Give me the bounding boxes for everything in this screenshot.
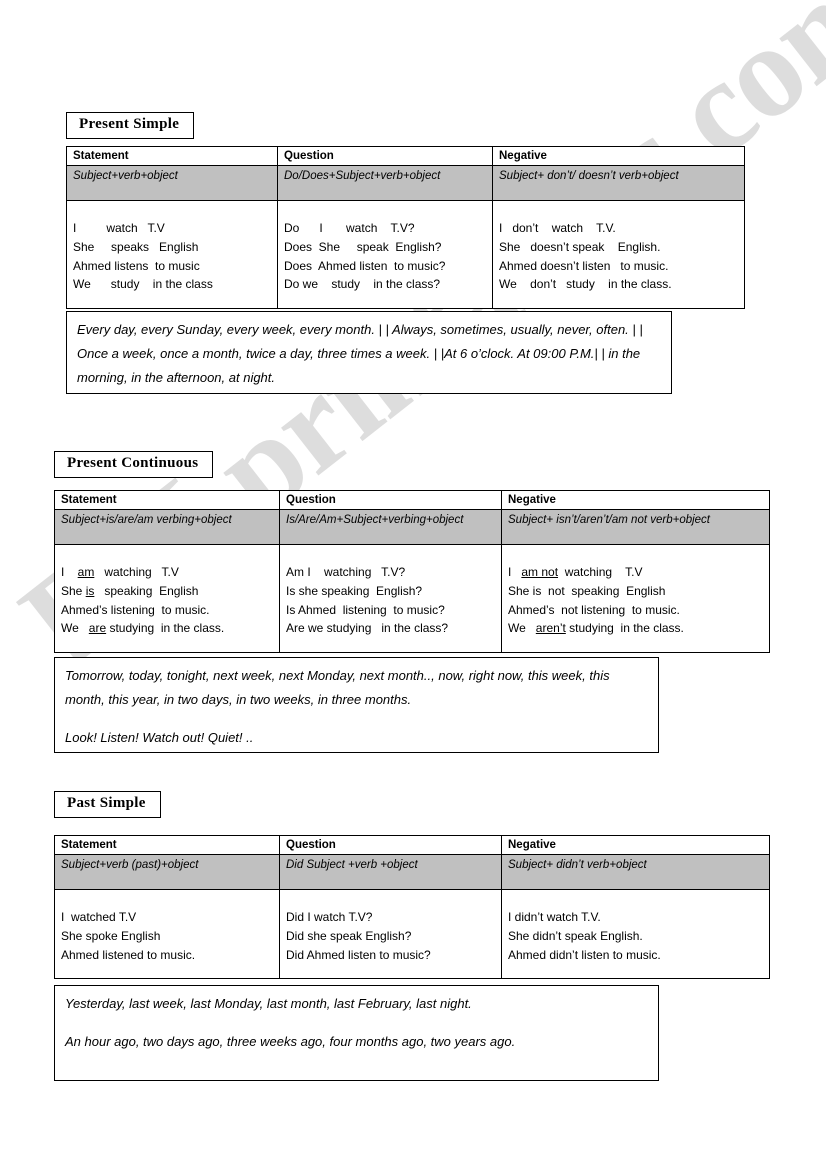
example-line: Is she speaking English? bbox=[286, 583, 423, 598]
example-line: We are studying in the class. bbox=[61, 621, 225, 636]
examples-statement: I am watching T.V She is speaking English… bbox=[55, 545, 279, 651]
example-line: Ahmed doesn’t listen to music. bbox=[499, 258, 669, 273]
column-header-negative: Negative bbox=[508, 494, 556, 506]
worksheet-page: Present Simple Statement Question Negati… bbox=[0, 0, 826, 1169]
formula-statement: Subject+verb (past)+object bbox=[55, 855, 279, 890]
time-expression-paragraph: Look! Listen! Watch out! Quiet! .. bbox=[65, 730, 254, 746]
example-line: Is Ahmed listening to music? bbox=[286, 602, 445, 617]
example-line: I am not watching T.V bbox=[508, 565, 643, 580]
example-line: Are we studying in the class? bbox=[286, 621, 449, 636]
column-header-question: Question bbox=[286, 839, 336, 851]
column-header-question: Question bbox=[286, 494, 336, 506]
example-line: Ahmed didn’t listen to music. bbox=[508, 947, 661, 962]
example-line: Ahmed listened to music. bbox=[61, 947, 196, 962]
example-line: I watched T.V bbox=[61, 910, 137, 925]
section-present-continuous: Present Continuous bbox=[54, 451, 214, 478]
table-row-headers: Statement Question Negative bbox=[54, 834, 770, 856]
example-line: We aren’t studying in the class. bbox=[508, 621, 684, 636]
formula-negative: Subject+ isn’t/aren’t/am not verb+object bbox=[502, 510, 769, 545]
example-line: We don’t study in the class. bbox=[499, 277, 672, 292]
formula-question: Did Subject +verb +object bbox=[280, 855, 501, 890]
example-line: She is speaking English bbox=[61, 583, 199, 598]
table-row-formulas: Subject+verb (past)+object Did Subject +… bbox=[54, 854, 770, 891]
underlined-auxiliary: aren’t bbox=[535, 621, 566, 636]
time-expressions-present-simple: Every day, every Sunday, every week, eve… bbox=[66, 311, 672, 394]
example-line: I watch T.V bbox=[73, 221, 165, 236]
examples-statement: I watch T.V She speaks English Ahmed liste… bbox=[67, 201, 277, 307]
example-line: Does Ahmed listen to music? bbox=[284, 258, 446, 273]
examples-question: Did I watch T.V? Did she speak English? Di… bbox=[280, 890, 501, 978]
formula-question: Is/Are/Am+Subject+verbing+object bbox=[280, 510, 501, 545]
table-row-examples: I am watching T.V She is speaking English… bbox=[54, 544, 770, 653]
examples-negative: I didn’t watch T.V. She didn’t speak Engl… bbox=[502, 890, 769, 978]
column-header-negative: Negative bbox=[508, 839, 556, 851]
example-line: She doesn’t speak English. bbox=[499, 239, 661, 254]
tense-title-present-simple: Present Simple bbox=[66, 112, 195, 139]
examples-statement: I watched T.V She spoke English Ahmed list… bbox=[55, 890, 279, 978]
time-expression-paragraph: Yesterday, last week, last Monday, last … bbox=[65, 996, 472, 1011]
table-row-headers: Statement Question Negative bbox=[54, 489, 770, 511]
examples-negative: I don’t watch T.V. She doesn’t speak Engl… bbox=[493, 201, 744, 307]
tense-title-present-continuous: Present Continuous bbox=[54, 451, 214, 478]
table-present-continuous: Statement Question Negative Subject+is/a… bbox=[54, 489, 770, 653]
example-line: Does She speak English? bbox=[284, 239, 442, 254]
example-line: Did I watch T.V? bbox=[286, 910, 373, 925]
example-line: Ahmed’s listening to music. bbox=[61, 602, 210, 617]
example-line: I don’t watch T.V. bbox=[499, 221, 616, 236]
time-expression-paragraph: Every day, every Sunday, every week, eve… bbox=[77, 322, 643, 386]
example-line: We study in the class bbox=[73, 277, 213, 292]
time-expressions-past-simple: Yesterday, last week, last Monday, last … bbox=[54, 985, 659, 1081]
time-expression-paragraph: Tomorrow, today, tonight, next week, nex… bbox=[65, 668, 610, 708]
examples-question: Am I watching T.V? Is she speaking Englis… bbox=[280, 545, 501, 651]
example-line: Did Ahmed listen to music? bbox=[286, 947, 431, 962]
underlined-auxiliary: is bbox=[85, 583, 95, 598]
example-line: She speaks English bbox=[73, 239, 199, 254]
example-line: I didn’t watch T.V. bbox=[508, 910, 601, 925]
column-header-question: Question bbox=[284, 150, 334, 162]
table-row-examples: I watch T.V She speaks English Ahmed liste… bbox=[66, 200, 745, 309]
underlined-auxiliary: am not bbox=[521, 565, 559, 580]
time-expression-paragraph: An hour ago, two days ago, three weeks a… bbox=[65, 1034, 516, 1050]
table-row-headers: Statement Question Negative bbox=[66, 145, 745, 167]
examples-negative: I am not watching T.V She is not speaking… bbox=[502, 545, 769, 651]
column-header-negative: Negative bbox=[499, 150, 547, 162]
example-line: Did she speak English? bbox=[286, 928, 412, 943]
example-line: She didn’t speak English. bbox=[508, 928, 643, 943]
underlined-auxiliary: are bbox=[88, 621, 107, 636]
example-line: Do we study in the class? bbox=[284, 277, 441, 292]
column-header-statement: Statement bbox=[61, 839, 117, 851]
table-row-examples: I watched T.V She spoke English Ahmed list… bbox=[54, 889, 770, 980]
examples-question: Do I watch T.V? Does She speak English? Do… bbox=[278, 201, 492, 307]
formula-negative: Subject+ don’t/ doesn’t verb+object bbox=[493, 166, 744, 201]
example-line: Ahmed’s not listening to music. bbox=[508, 602, 680, 617]
example-line: Am I watching T.V? bbox=[286, 565, 406, 580]
example-line: I am watching T.V bbox=[61, 565, 179, 580]
formula-question: Do/Does+Subject+verb+object bbox=[278, 166, 492, 201]
table-present-simple: Statement Question Negative Subject+verb… bbox=[66, 145, 745, 309]
formula-statement: Subject+verb+object bbox=[67, 166, 277, 201]
section-past-simple: Past Simple bbox=[54, 791, 161, 818]
column-header-statement: Statement bbox=[61, 494, 117, 506]
column-header-statement: Statement bbox=[73, 150, 129, 162]
tense-title-past-simple: Past Simple bbox=[54, 791, 161, 818]
example-line: She is not speaking English bbox=[508, 583, 666, 598]
underlined-auxiliary: am bbox=[77, 565, 95, 580]
time-expressions-present-continuous: Tomorrow, today, tonight, next week, nex… bbox=[54, 657, 659, 753]
formula-statement: Subject+is/are/am verbing+object bbox=[55, 510, 279, 545]
example-line: Do I watch T.V? bbox=[284, 221, 415, 236]
example-line: She spoke English bbox=[61, 928, 161, 943]
formula-negative: Subject+ didn’t verb+object bbox=[502, 855, 769, 890]
table-past-simple: Statement Question Negative Subject+verb… bbox=[54, 834, 770, 980]
table-row-formulas: Subject+is/are/am verbing+object Is/Are/… bbox=[54, 509, 770, 546]
example-line: Ahmed listens to music bbox=[73, 258, 200, 273]
table-row-formulas: Subject+verb+object Do/Does+Subject+verb… bbox=[66, 165, 745, 202]
section-present-simple: Present Simple bbox=[66, 112, 195, 139]
